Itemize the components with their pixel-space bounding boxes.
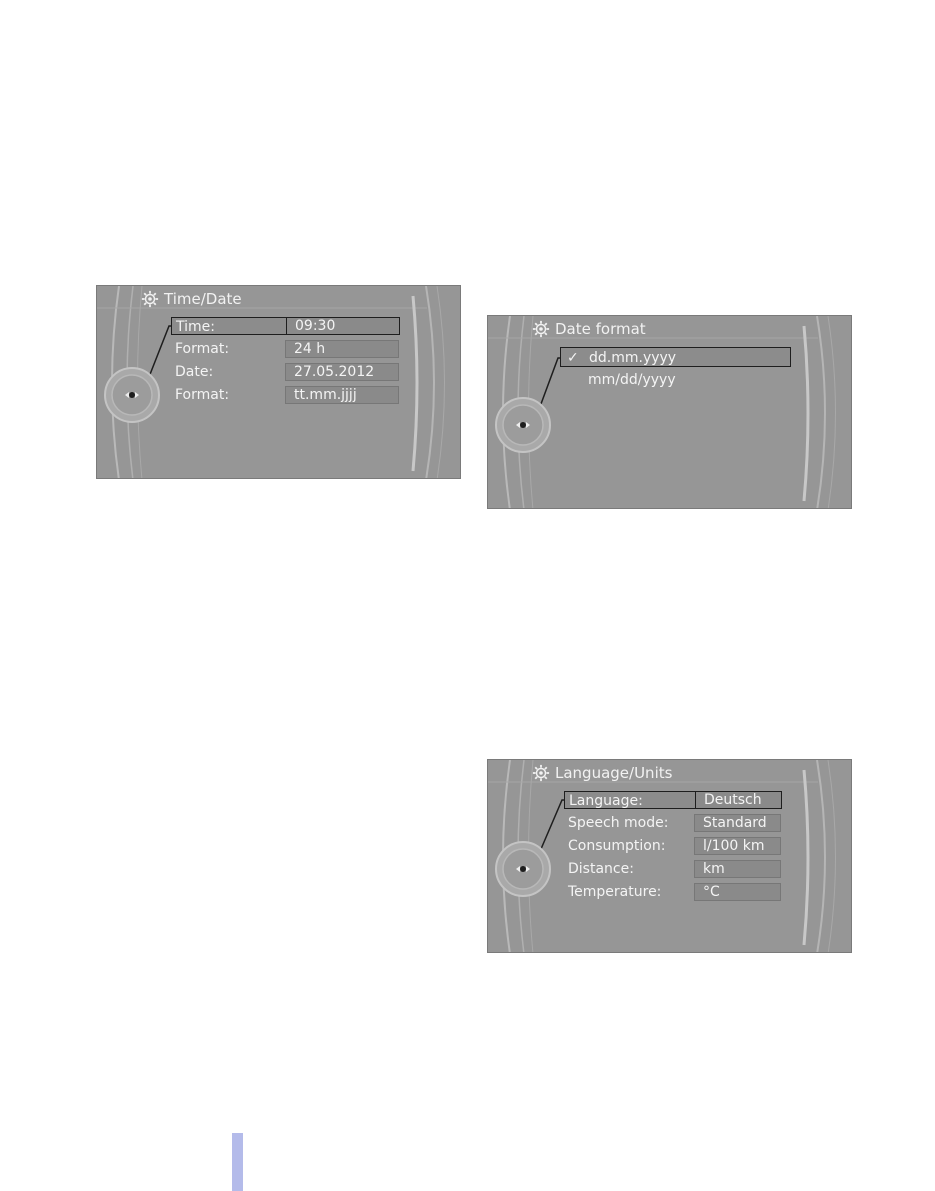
panel-header: Time/Date — [141, 288, 242, 310]
option-mm-dd-yyyy[interactable]: mm/dd/yyyy — [560, 370, 791, 390]
row-value: Deutsch — [695, 790, 782, 809]
row-label: Temperature: — [568, 884, 662, 900]
gear-icon — [141, 290, 159, 308]
menu-row-time[interactable]: Time: 09:30 — [171, 316, 400, 335]
row-label: Consumption: — [568, 838, 666, 854]
panel-title: Date format — [555, 320, 646, 338]
option-label: dd.mm.yyyy — [589, 350, 677, 366]
row-label: Time: — [176, 319, 215, 335]
date-format-panel: Date format ✓ dd.mm.yyyy mm/dd/yyyy — [487, 315, 852, 509]
menu-row-speech-mode[interactable]: Speech mode: Standard — [564, 814, 782, 832]
menu-row-temperature[interactable]: Temperature: °C — [564, 883, 782, 901]
row-value: Standard — [694, 814, 781, 832]
check-icon: ✓ — [567, 350, 579, 366]
controller-icon[interactable] — [103, 366, 161, 424]
language-units-panel: Language/Units Language: Deutsch Speech … — [487, 759, 852, 953]
menu-row-language[interactable]: Language: Deutsch — [564, 790, 782, 809]
controller-icon[interactable] — [494, 840, 552, 898]
menu-row-consumption[interactable]: Consumption: l/100 km — [564, 837, 782, 855]
controller-icon[interactable] — [494, 396, 552, 454]
row-value: l/100 km — [694, 837, 781, 855]
gear-icon — [532, 320, 550, 338]
row-label: Language: — [569, 793, 643, 809]
row-value: tt.mm.jjjj — [285, 386, 399, 404]
row-value: 09:30 — [286, 316, 400, 335]
row-value: km — [694, 860, 781, 878]
menu-row-date[interactable]: Date: 27.05.2012 — [171, 363, 400, 381]
row-value: °C — [694, 883, 781, 901]
page-margin-bar — [232, 1133, 243, 1191]
panel-header: Language/Units — [532, 762, 672, 784]
panel-header: Date format — [532, 318, 646, 340]
menu-row-date-format[interactable]: Format: tt.mm.jjjj — [171, 386, 400, 404]
gear-icon — [532, 764, 550, 782]
option-label: mm/dd/yyyy — [588, 372, 676, 388]
row-label: Format: — [175, 341, 230, 357]
row-value: 24 h — [285, 340, 399, 358]
row-label: Speech mode: — [568, 815, 669, 831]
row-label: Format: — [175, 387, 230, 403]
row-label: Date: — [175, 364, 214, 380]
row-label: Distance: — [568, 861, 634, 877]
option-dd-mm-yyyy[interactable]: ✓ dd.mm.yyyy — [560, 347, 791, 367]
row-value: 27.05.2012 — [285, 363, 399, 381]
time-date-panel: Time/Date Time: 09:30 Format: 24 h Date:… — [96, 285, 461, 479]
panel-title: Time/Date — [164, 290, 242, 308]
panel-title: Language/Units — [555, 764, 673, 782]
menu-row-distance[interactable]: Distance: km — [564, 860, 782, 878]
menu-row-time-format[interactable]: Format: 24 h — [171, 340, 400, 358]
